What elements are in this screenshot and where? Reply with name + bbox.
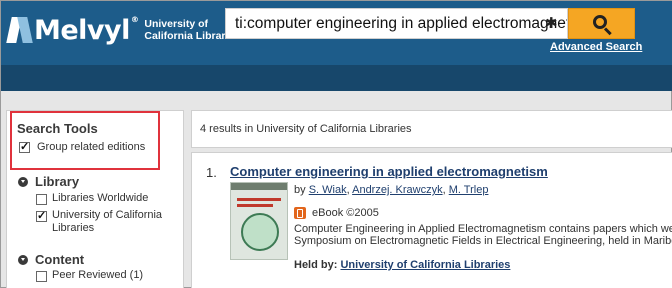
result-authors: by S. Wiak, Andrzej. Krawczyk, M. Trlep	[294, 184, 489, 196]
result-format: eBook ©2005	[312, 207, 379, 219]
held-by: Held by: University of California Librar…	[294, 259, 510, 271]
group-related-checkbox[interactable]	[19, 140, 30, 153]
uc-libraries-label: University of California Libraries	[52, 209, 163, 234]
content-facet-title: Content	[35, 252, 85, 267]
advanced-search-link[interactable]: Advanced Search	[550, 41, 642, 53]
melvyl-logo-mark-icon	[6, 17, 33, 43]
header-subbar	[1, 65, 672, 91]
libraries-worldwide-label: Libraries Worldwide	[52, 192, 149, 204]
author-link[interactable]: S. Wiak	[309, 184, 347, 196]
by-label: by	[294, 184, 306, 196]
peer-reviewed-checkbox[interactable]	[36, 271, 47, 282]
melvyl-logo[interactable]: Melvyl® University of California Librari…	[6, 13, 240, 47]
author-link[interactable]: Andrzej. Krawczyk	[352, 184, 442, 196]
held-by-label: Held by:	[294, 259, 338, 271]
uc-libraries-checkbox[interactable]	[36, 209, 47, 222]
author-link[interactable]: M. Trlep	[449, 184, 489, 196]
book-cover-image[interactable]	[230, 182, 288, 260]
library-facet-title: Library	[35, 174, 80, 189]
group-related-label: Group related editions	[37, 141, 146, 153]
search-input[interactable]: ti:computer engineering in applied elect…	[225, 8, 568, 39]
result-number: 1.	[206, 165, 217, 180]
content-collapse-icon[interactable]	[18, 255, 28, 265]
result-title-link[interactable]: Computer engineering in applied electrom…	[230, 164, 548, 179]
peer-reviewed-label: Peer Reviewed (1)	[52, 269, 144, 281]
result-abstract: Computer Engineering in Applied Electrom…	[294, 223, 672, 247]
search-button[interactable]	[568, 8, 635, 39]
logo-wordmark: Melvyl®	[34, 14, 139, 46]
search-tools-title: Search Tools	[17, 121, 98, 136]
results-count: 4 results in University of California Li…	[200, 123, 412, 135]
ebook-icon	[294, 207, 306, 219]
library-collapse-icon[interactable]	[18, 177, 28, 187]
held-by-library-link[interactable]: University of California Libraries	[340, 259, 510, 271]
libraries-worldwide-checkbox[interactable]	[36, 194, 47, 205]
clear-search-icon[interactable]: ✱	[545, 14, 558, 32]
